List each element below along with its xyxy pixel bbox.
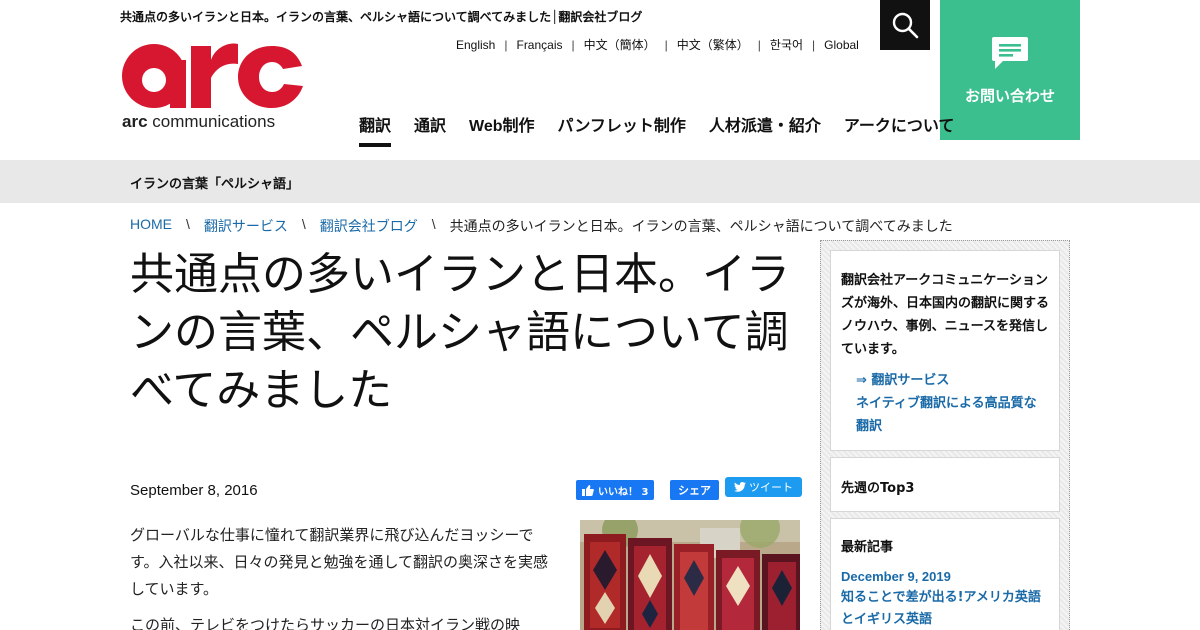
- lang-korean[interactable]: 한국어: [770, 36, 803, 53]
- breadcrumb-home[interactable]: HOME: [130, 216, 172, 236]
- article-paragraph: グローバルな仕事に憧れて翻訳業界に飛び込んだヨッシーです。入社以来、日々の発見と…: [130, 526, 549, 598]
- persian-carpet-photo: [580, 520, 800, 630]
- nav-staffing[interactable]: 人材派遣・紹介: [709, 112, 821, 146]
- article-paragraph: この前、テレビをつけたらサッカーの日本対イラン戦の映: [130, 616, 521, 630]
- sidebar-recent-box: 最新記事 December 9, 2019 知ることで差が出る!アメリカ英語とイ…: [830, 518, 1060, 630]
- nav-translation[interactable]: 翻訳: [359, 112, 392, 147]
- recent-heading: 最新記事: [841, 540, 894, 555]
- lang-english[interactable]: English: [456, 38, 495, 52]
- sidebar-link-native-translation[interactable]: ネイティブ翻訳による高品質な翻訳: [841, 392, 1049, 438]
- sidebar-intro-box: 翻訳会社アークコミュニケーションズが海外、日本国内の翻訳に関するノウハウ、事例、…: [830, 250, 1060, 451]
- site-tagline: 共通点の多いイランと日本。イランの言葉、ペルシャ語について調べてみました│翻訳会…: [120, 10, 643, 24]
- breadcrumb-current: 共通点の多いイランと日本。イランの言葉、ペルシャ語について調べてみました: [449, 218, 953, 234]
- arc-wordmark: [122, 43, 303, 108]
- twitter-bird-icon: [734, 482, 746, 492]
- language-selector: English | Français | 中文（簡体） | 中文（繁体） | 한…: [456, 36, 859, 53]
- category-band: イランの言葉「ペルシャ語」: [0, 160, 1200, 203]
- facebook-like-button[interactable]: いいね！ 3: [576, 480, 655, 500]
- article-body: グローバルな仕事に憧れて翻訳業界に飛び込んだヨッシーです。入社以来、日々の発見と…: [130, 522, 555, 630]
- like-label: いいね！ 3: [598, 486, 649, 498]
- category-title: イランの言葉「ペルシャ語」: [130, 177, 300, 192]
- chat-bubble-icon: [992, 36, 1028, 69]
- thumbs-up-icon: [582, 484, 594, 496]
- lang-chinese-simplified[interactable]: 中文（簡体）: [584, 36, 656, 53]
- facebook-share-button[interactable]: シェア: [670, 480, 719, 500]
- article-date: September 8, 2016: [130, 482, 258, 499]
- recent-post-link[interactable]: 知ることで差が出る!アメリカ英語とイギリス英語: [841, 587, 1049, 630]
- contact-label: お問い合わせ: [964, 86, 1055, 105]
- lang-french[interactable]: Français: [516, 38, 562, 52]
- contact-button[interactable]: お問い合わせ: [940, 0, 1080, 140]
- arc-logo[interactable]: arc communications: [120, 38, 305, 133]
- tweet-label: ツイート: [749, 481, 793, 494]
- tweet-button[interactable]: ツイート: [725, 477, 802, 497]
- search-icon: [892, 12, 919, 39]
- nav-web-production[interactable]: Web制作: [469, 112, 535, 146]
- sidebar-intro: 翻訳会社アークコミュニケーションズが海外、日本国内の翻訳に関するノウハウ、事例、…: [841, 273, 1050, 357]
- lang-chinese-traditional[interactable]: 中文（繁体）: [677, 36, 749, 53]
- search-button[interactable]: [880, 0, 930, 50]
- recent-post-date: December 9, 2019: [841, 569, 951, 584]
- page-title: 共通点の多いイランと日本。イランの言葉、ペルシャ語について調べてみました: [130, 249, 790, 416]
- breadcrumb-translation-services[interactable]: 翻訳サービス: [204, 216, 288, 236]
- sidebar: 翻訳会社アークコミュニケーションズが海外、日本国内の翻訳に関するノウハウ、事例、…: [820, 240, 1070, 630]
- breadcrumb: HOME \ 翻訳サービス \ 翻訳会社ブログ \ 共通点の多いイランと日本。イ…: [130, 216, 953, 236]
- nav-pamphlet-production[interactable]: パンフレット制作: [558, 112, 686, 146]
- logo-text: arc communications: [122, 112, 276, 131]
- top3-heading: 先週のTop3: [841, 481, 915, 496]
- lang-global[interactable]: Global: [824, 38, 859, 52]
- main-navigation: 翻訳 通訳 Web制作 パンフレット制作 人材派遣・紹介 アークについて: [359, 112, 955, 147]
- breadcrumb-blog[interactable]: 翻訳会社ブログ: [320, 216, 418, 236]
- nav-about[interactable]: アークについて: [844, 112, 955, 146]
- nav-interpreting[interactable]: 通訳: [414, 112, 446, 146]
- sidebar-link-translation-services[interactable]: ⇒ 翻訳サービス: [841, 369, 1049, 392]
- sidebar-top3-box: 先週のTop3: [830, 457, 1060, 512]
